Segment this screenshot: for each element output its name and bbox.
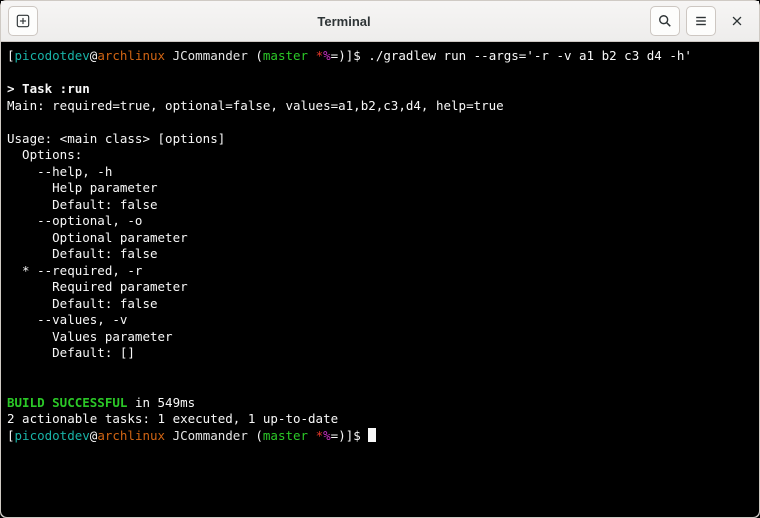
option-optional-desc: Optional parameter — [7, 230, 188, 245]
terminal-window: Terminal [picodotdev@archlinux JCommande… — [0, 0, 760, 518]
search-button[interactable] — [650, 6, 680, 36]
cursor — [368, 428, 376, 442]
prompt-line-1: [picodotdev@archlinux JCommander (master… — [7, 48, 692, 63]
prompt-line-2: [picodotdev@archlinux JCommander (master… — [7, 428, 368, 443]
prompt-branch: master — [263, 48, 316, 63]
task-header: > Task :run — [7, 81, 90, 96]
prompt-user: picodotdev — [15, 48, 90, 63]
option-help-desc: Help parameter — [7, 180, 158, 195]
option-optional-flag: --optional, -o — [7, 213, 142, 228]
usage-line: Usage: <main class> [options] — [7, 131, 225, 146]
command-text: ./gradlew run --args='-r -v a1 b2 c3 d4 … — [368, 48, 692, 63]
option-values-desc: Values parameter — [7, 329, 173, 344]
option-values-def: Default: [] — [7, 345, 135, 360]
tasks-summary: 2 actionable tasks: 1 executed, 1 up-to-… — [7, 411, 338, 426]
option-required-flag: * --required, -r — [7, 263, 142, 278]
option-required-def: Default: false — [7, 296, 158, 311]
option-help-flag: --help, -h — [7, 164, 112, 179]
build-time: in 549ms — [127, 395, 195, 410]
menu-button[interactable] — [686, 6, 716, 36]
close-icon — [730, 14, 744, 28]
options-header: Options: — [7, 147, 82, 162]
prompt-dir: JCommander — [165, 48, 255, 63]
main-line: Main: required=true, optional=false, val… — [7, 98, 504, 113]
titlebar: Terminal — [1, 1, 759, 42]
prompt-host: archlinux — [97, 48, 165, 63]
terminal-output[interactable]: [picodotdev@archlinux JCommander (master… — [1, 42, 759, 517]
build-success: BUILD SUCCESSFUL — [7, 395, 127, 410]
close-button[interactable] — [722, 6, 752, 36]
new-tab-icon — [16, 14, 30, 28]
option-help-def: Default: false — [7, 197, 158, 212]
option-optional-def: Default: false — [7, 246, 158, 261]
window-title: Terminal — [44, 14, 644, 29]
option-values-flag: --values, -v — [7, 312, 127, 327]
hamburger-icon — [694, 14, 708, 28]
new-tab-button[interactable] — [8, 6, 38, 36]
option-required-desc: Required parameter — [7, 279, 188, 294]
search-icon — [658, 14, 672, 28]
